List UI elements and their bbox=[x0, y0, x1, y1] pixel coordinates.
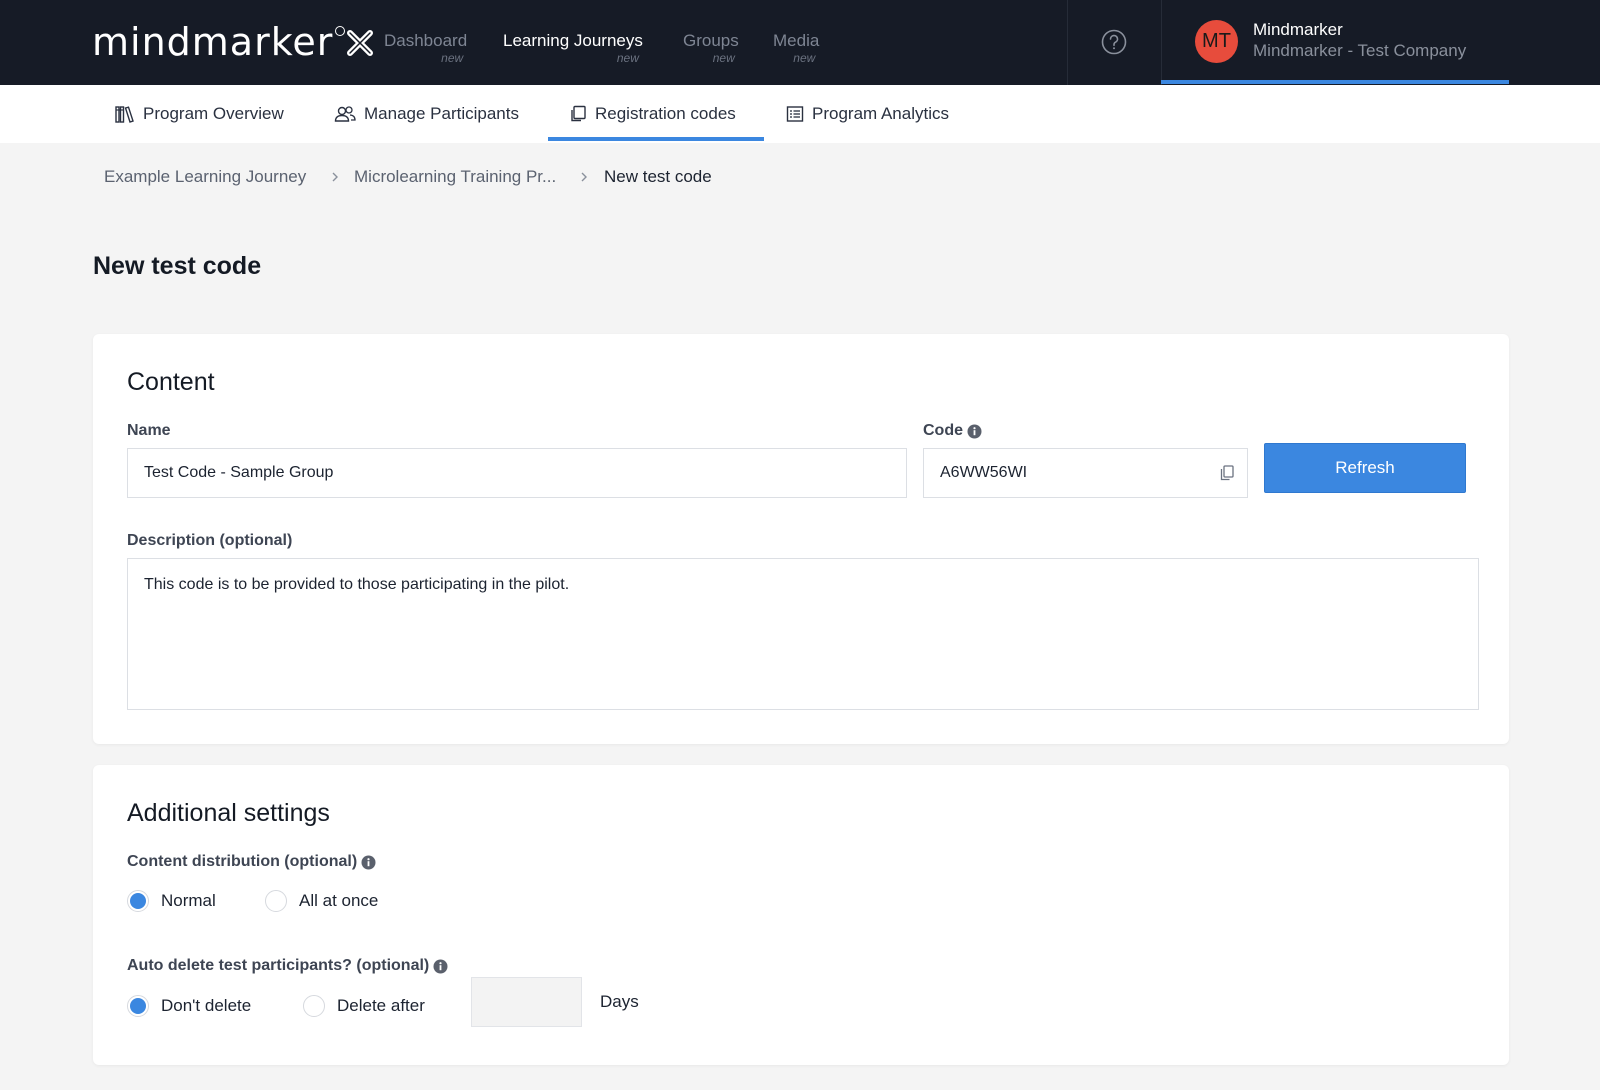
tab-registration-codes[interactable]: Registration codes bbox=[569, 85, 736, 143]
list-icon bbox=[786, 106, 804, 122]
refresh-button[interactable]: Refresh bbox=[1264, 443, 1466, 493]
code-label-text: Code bbox=[923, 422, 963, 439]
library-icon bbox=[115, 106, 134, 123]
content-card-title: Content bbox=[127, 368, 215, 396]
chevron-right-icon bbox=[581, 172, 587, 182]
nav-media[interactable]: Media new bbox=[773, 30, 819, 64]
logo-text: mindmarker bbox=[92, 20, 334, 64]
name-input[interactable] bbox=[127, 448, 907, 498]
radio-label: Delete after bbox=[337, 996, 425, 1015]
tab-label: Manage Participants bbox=[364, 104, 519, 123]
nav-new-badge: new bbox=[616, 51, 639, 65]
radio-button[interactable] bbox=[127, 890, 149, 912]
radio-dont-delete[interactable]: Don't delete bbox=[127, 995, 251, 1017]
radio-button[interactable] bbox=[265, 890, 287, 912]
name-label: Name bbox=[127, 422, 171, 440]
tab-manage-participants[interactable]: Manage Participants bbox=[334, 85, 519, 143]
users-icon bbox=[334, 106, 356, 122]
radio-dot bbox=[130, 893, 146, 909]
user-name: Mindmarker bbox=[1253, 20, 1343, 39]
help-icon[interactable] bbox=[1101, 29, 1127, 55]
auto-delete-label: Auto delete test participants? (optional… bbox=[127, 957, 448, 975]
breadcrumb-item-current: New test code bbox=[604, 167, 712, 186]
breadcrumb-item-program[interactable]: Microlearning Training Pr... bbox=[354, 167, 556, 187]
tab-label: Registration codes bbox=[595, 104, 736, 123]
chevron-right-icon bbox=[332, 172, 338, 182]
copy-code-icon[interactable] bbox=[1218, 464, 1236, 482]
nav-label: Groups bbox=[683, 31, 739, 50]
auto-delete-label-text: Auto delete test participants? (optional… bbox=[127, 957, 430, 974]
nav-groups[interactable]: Groups new bbox=[683, 30, 739, 64]
nav-learning-journeys[interactable]: Learning Journeys new bbox=[503, 30, 643, 64]
copy-icon bbox=[571, 105, 586, 122]
radio-label: All at once bbox=[299, 891, 379, 910]
name-label-text: Name bbox=[127, 422, 171, 439]
days-label: Days bbox=[600, 992, 639, 1011]
tab-label: Program Overview bbox=[143, 104, 284, 123]
info-icon[interactable] bbox=[433, 959, 448, 974]
code-input[interactable] bbox=[923, 448, 1248, 498]
nav-new-badge: new bbox=[712, 51, 735, 65]
radio-button[interactable] bbox=[303, 995, 325, 1017]
x-mark-icon bbox=[347, 30, 374, 56]
nav-label: Learning Journeys bbox=[503, 31, 643, 50]
content-distribution-label-text: Content distribution (optional) bbox=[127, 853, 358, 870]
top-nav-bar: mindmarker Dashboard new Learning Journe… bbox=[0, 0, 1600, 85]
additional-settings-card: Additional settings Content distribution… bbox=[93, 765, 1509, 1065]
program-subnav: Program Overview Manage Participants Reg… bbox=[0, 85, 1600, 143]
description-label: Description (optional) bbox=[127, 532, 292, 550]
info-icon[interactable] bbox=[361, 855, 376, 870]
tab-program-overview[interactable]: Program Overview bbox=[115, 85, 284, 143]
additional-settings-title: Additional settings bbox=[127, 799, 330, 827]
user-menu-active-indicator bbox=[1161, 80, 1509, 84]
nav-dashboard[interactable]: Dashboard new bbox=[384, 30, 467, 64]
description-textarea[interactable]: This code is to be provided to those par… bbox=[127, 558, 1479, 710]
tab-label: Program Analytics bbox=[812, 104, 949, 123]
info-icon[interactable] bbox=[967, 424, 982, 439]
nav-new-badge: new bbox=[793, 51, 816, 65]
avatar[interactable]: MT bbox=[1195, 20, 1238, 63]
registered-mark-icon bbox=[335, 26, 346, 36]
content-card: Content Name Code Refresh Description (o… bbox=[93, 334, 1509, 744]
radio-all-at-once[interactable]: All at once bbox=[265, 890, 378, 912]
nav-new-badge: new bbox=[441, 51, 464, 65]
tab-program-analytics[interactable]: Program Analytics bbox=[786, 85, 949, 143]
breadcrumb-item-learning-journey[interactable]: Example Learning Journey bbox=[104, 167, 306, 187]
nav-label: Dashboard bbox=[384, 31, 468, 50]
nav-label: Media bbox=[773, 31, 820, 50]
page-title: New test code bbox=[93, 252, 262, 280]
description-label-text: Description (optional) bbox=[127, 532, 293, 549]
active-tab-indicator bbox=[548, 137, 764, 141]
radio-dot bbox=[130, 998, 146, 1014]
radio-label: Don't delete bbox=[161, 996, 252, 1015]
radio-label: Normal bbox=[161, 891, 216, 910]
user-company: Mindmarker - Test Company bbox=[1253, 41, 1467, 60]
radio-normal[interactable]: Normal bbox=[127, 890, 216, 912]
code-label: Code bbox=[923, 422, 982, 440]
nav-divider bbox=[1067, 0, 1068, 85]
radio-delete-after[interactable]: Delete after bbox=[303, 995, 425, 1017]
content-distribution-label: Content distribution (optional) bbox=[127, 853, 376, 871]
days-input[interactable] bbox=[471, 977, 582, 1027]
mindmarker-logo[interactable]: mindmarker bbox=[92, 20, 374, 64]
radio-button[interactable] bbox=[127, 995, 149, 1017]
